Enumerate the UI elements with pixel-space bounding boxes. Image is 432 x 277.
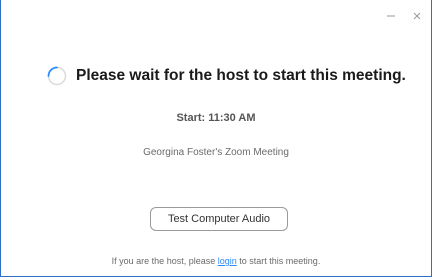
meeting-name: Georgina Foster's Zoom Meeting [143,147,289,158]
meeting-start-time: Start: 11:30 AM [176,112,256,124]
test-computer-audio-button[interactable]: Test Computer Audio [150,207,288,231]
host-login-text-after: to start this meeting. [239,256,321,266]
host-login-notice: If you are the host, please login to sta… [1,256,431,266]
close-icon[interactable] [411,10,423,22]
host-login-text-before: If you are the host, please [111,256,216,266]
waiting-for-host-window: Please wait for the host to start this m… [0,0,432,277]
minimize-icon[interactable] [385,10,397,22]
login-link[interactable]: login [218,256,237,266]
window-controls [385,10,423,22]
loading-spinner-icon [47,66,67,86]
waiting-status: Please wait for the host to start this m… [47,66,406,86]
waiting-message: Please wait for the host to start this m… [76,67,406,84]
